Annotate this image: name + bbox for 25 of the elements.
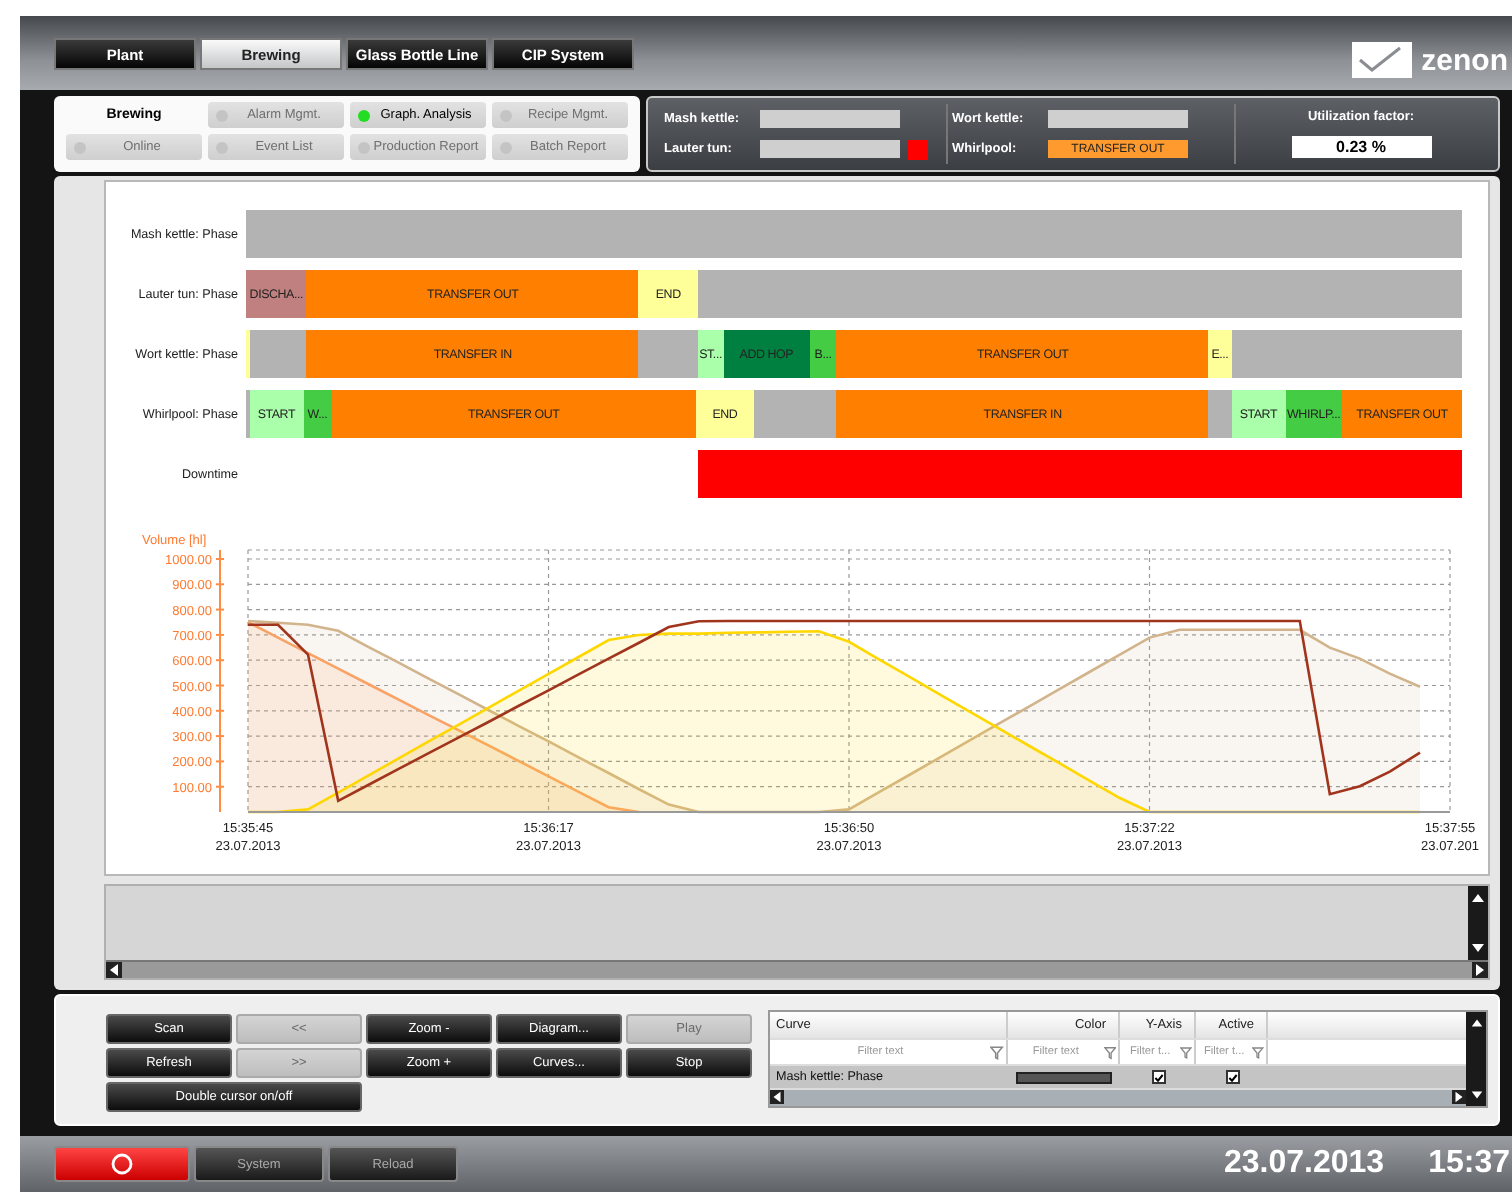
scroll-left-icon[interactable] <box>106 962 122 978</box>
vertical-scrollbar[interactable] <box>1466 1012 1486 1106</box>
filter-icon[interactable] <box>990 1045 1004 1060</box>
time-text: 15:37 <box>1428 1146 1512 1182</box>
scroll-up-icon[interactable] <box>1469 1016 1483 1030</box>
alarm-button[interactable] <box>54 1146 190 1182</box>
scroll-up-icon[interactable] <box>1470 890 1486 906</box>
vertical-scrollbar[interactable] <box>1468 886 1488 960</box>
scroll-down-icon[interactable] <box>1470 940 1486 956</box>
logo-text: zenon <box>1421 43 1510 77</box>
filter-icon[interactable] <box>1252 1045 1264 1060</box>
scroll-left-icon[interactable] <box>770 1090 784 1105</box>
date-text: 23.07.2013 <box>1224 1146 1385 1182</box>
utilization-value: 0.23 % <box>1291 136 1431 158</box>
checkbox[interactable] <box>1225 1070 1239 1085</box>
scroll-down-icon[interactable] <box>1469 1088 1483 1102</box>
scroll-right-icon[interactable] <box>1472 962 1488 978</box>
filter-icon[interactable] <box>1103 1045 1116 1060</box>
horizontal-scrollbar[interactable] <box>770 1090 1466 1107</box>
horizontal-scrollbar[interactable] <box>106 960 1488 978</box>
scroll-right-icon[interactable] <box>1452 1090 1466 1105</box>
checkmark-logo-icon <box>1351 42 1412 78</box>
circle-icon <box>110 1152 134 1176</box>
checkbox[interactable] <box>1151 1070 1165 1085</box>
filter-icon[interactable] <box>1180 1045 1192 1060</box>
